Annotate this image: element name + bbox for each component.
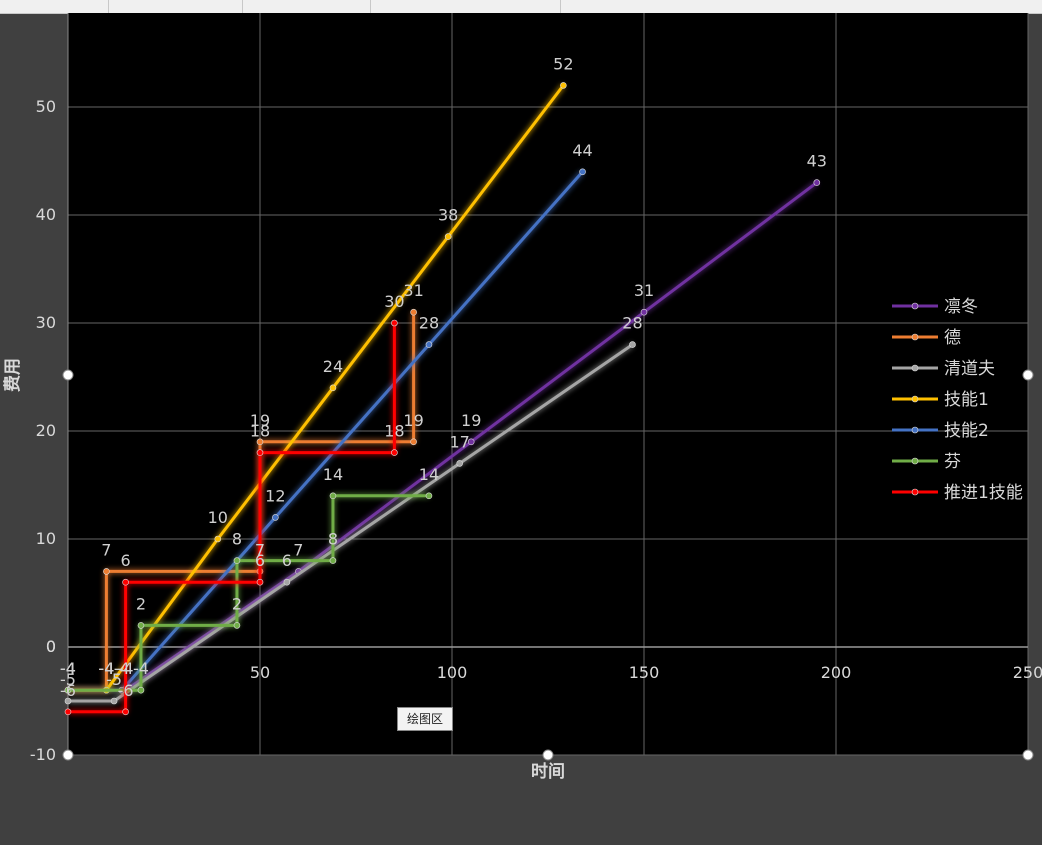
data-label: -4 xyxy=(98,659,114,678)
data-label: 14 xyxy=(323,465,343,484)
data-point[interactable] xyxy=(64,708,72,716)
data-label: 19 xyxy=(461,411,481,430)
data-point[interactable] xyxy=(456,460,463,467)
resize-handle[interactable] xyxy=(62,369,74,381)
legend-marker xyxy=(911,488,919,496)
data-point[interactable] xyxy=(410,308,417,316)
data-point[interactable] xyxy=(214,535,222,543)
x-tick-label: 50 xyxy=(250,663,270,682)
x-tick-label: 200 xyxy=(821,663,852,682)
y-tick-label: 10 xyxy=(36,529,56,548)
data-point[interactable] xyxy=(329,492,337,500)
x-tick-label: 100 xyxy=(437,663,468,682)
data-label: 28 xyxy=(622,314,642,333)
legend-marker xyxy=(911,364,919,372)
data-point[interactable] xyxy=(425,341,433,348)
data-point[interactable] xyxy=(122,578,129,586)
data-point[interactable] xyxy=(391,319,398,327)
data-label: 8 xyxy=(232,530,242,549)
data-point[interactable] xyxy=(629,341,636,348)
y-axis-title: 费用 xyxy=(2,358,23,392)
data-point[interactable] xyxy=(233,557,241,564)
data-label: 18 xyxy=(384,422,404,441)
data-label: 44 xyxy=(572,141,592,160)
data-label: -6 xyxy=(60,681,76,700)
data-label: -4 xyxy=(114,659,130,678)
data-point[interactable] xyxy=(110,697,118,705)
y-tick-label: 20 xyxy=(36,421,56,440)
x-tick-label: 150 xyxy=(629,663,660,682)
legend-label: 技能1 xyxy=(944,390,989,410)
data-label: 14 xyxy=(419,465,439,484)
data-point[interactable] xyxy=(137,622,145,629)
data-label: 2 xyxy=(136,594,146,613)
y-tick-label: 50 xyxy=(36,97,56,116)
data-point[interactable] xyxy=(233,622,241,629)
data-label: 28 xyxy=(419,314,439,333)
data-label: 31 xyxy=(403,281,423,300)
legend-marker xyxy=(911,302,919,310)
legend-label: 清道夫 xyxy=(944,359,995,379)
resize-handle[interactable] xyxy=(1022,749,1034,761)
data-point[interactable] xyxy=(560,82,567,89)
data-label: 24 xyxy=(323,357,343,376)
data-label: 6 xyxy=(282,551,292,570)
data-point[interactable] xyxy=(256,578,264,586)
data-label: -4 xyxy=(133,659,149,678)
data-label: 7 xyxy=(293,540,303,559)
data-label: 19 xyxy=(403,411,423,430)
data-label: 17 xyxy=(450,432,470,451)
data-point[interactable] xyxy=(579,168,586,176)
plot-area-tooltip: 绘图区 xyxy=(397,707,453,731)
x-axis-title: 时间 xyxy=(531,761,565,782)
chart-area[interactable]: -1001020304050050 100 150 200 250 -4 -4719314… xyxy=(0,0,1042,845)
resize-handle[interactable] xyxy=(62,749,74,761)
data-label: 10 xyxy=(208,508,228,527)
y-tick-label: 30 xyxy=(36,313,56,332)
data-label: 43 xyxy=(807,152,827,171)
data-point[interactable] xyxy=(329,557,337,564)
data-point[interactable] xyxy=(329,384,337,392)
data-label: 52 xyxy=(553,54,573,73)
x-tick-label: 250 xyxy=(1013,663,1042,682)
data-point[interactable] xyxy=(391,449,398,456)
legend-label: 技能2 xyxy=(944,421,989,441)
data-label: 30 xyxy=(384,292,404,311)
data-point[interactable] xyxy=(425,492,433,500)
data-point[interactable] xyxy=(122,708,129,716)
data-point[interactable] xyxy=(137,686,145,694)
legend-marker xyxy=(911,426,919,434)
data-label: 8 xyxy=(328,530,338,549)
data-label: 6 xyxy=(121,551,131,570)
data-point[interactable] xyxy=(272,514,279,521)
data-point[interactable] xyxy=(256,449,264,456)
legend-label: 芬 xyxy=(944,452,961,472)
legend-label: 德 xyxy=(944,328,961,348)
data-point[interactable] xyxy=(813,179,821,186)
legend-label: 推进1技能 xyxy=(944,483,1023,503)
data-label: 6 xyxy=(255,551,265,570)
legend-marker xyxy=(911,457,919,465)
data-point[interactable] xyxy=(410,438,417,446)
data-label: 7 xyxy=(101,540,111,559)
data-label: 18 xyxy=(250,422,270,441)
data-label: 2 xyxy=(232,594,242,613)
legend-marker xyxy=(911,333,919,341)
data-point[interactable] xyxy=(283,578,291,586)
data-point[interactable] xyxy=(444,233,452,240)
resize-handle[interactable] xyxy=(1022,369,1034,381)
y-tick-label: -10 xyxy=(30,745,56,764)
resize-handle[interactable] xyxy=(542,749,554,761)
data-label: 38 xyxy=(438,206,458,225)
data-label: 31 xyxy=(634,281,654,300)
y-tick-label: 0 xyxy=(46,637,56,656)
data-label: -4 xyxy=(60,659,76,678)
legend-label: 凛冬 xyxy=(944,297,978,317)
data-label: -6 xyxy=(118,681,134,700)
data-label: 12 xyxy=(265,486,285,505)
data-point[interactable] xyxy=(103,568,110,575)
legend-marker xyxy=(911,395,919,403)
y-tick-label: 40 xyxy=(36,205,56,224)
